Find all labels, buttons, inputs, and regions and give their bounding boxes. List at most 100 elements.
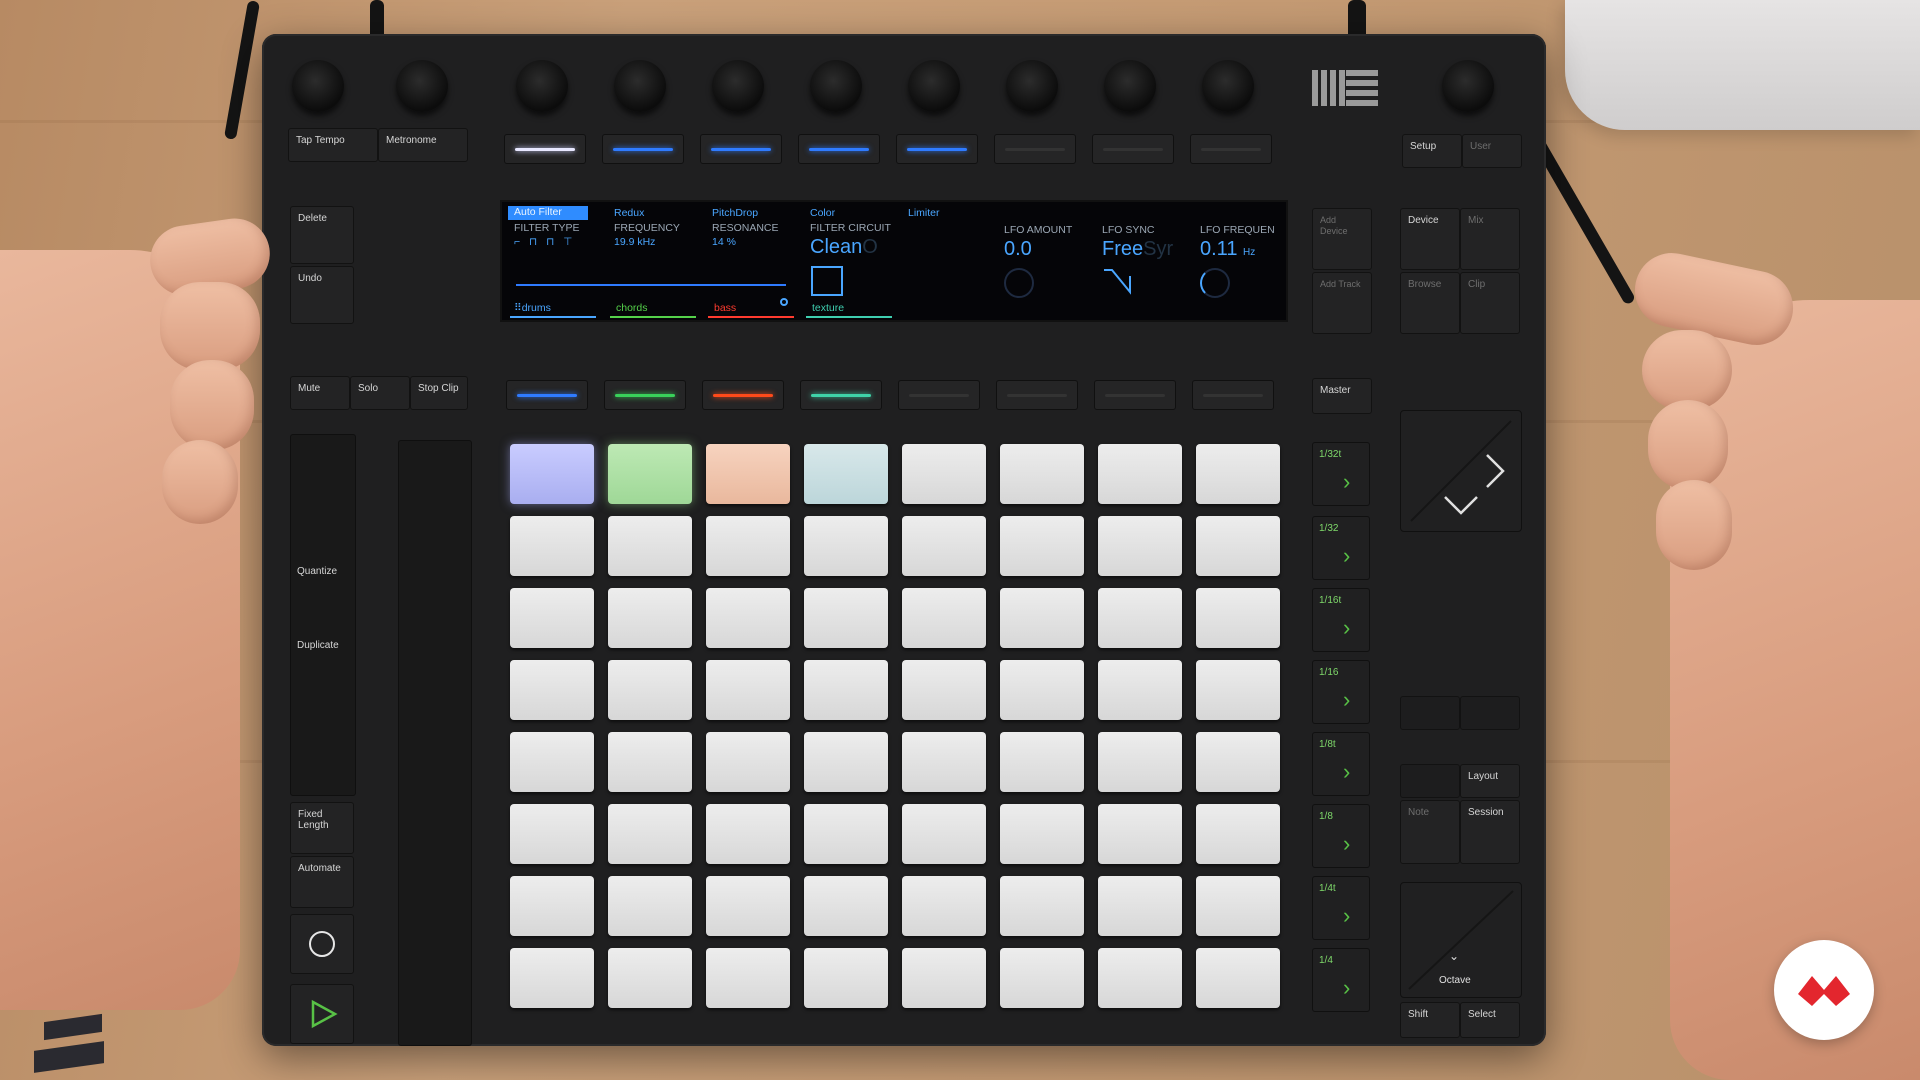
scene-button-1-4t[interactable]: 1/4t › [1312, 876, 1370, 940]
display-button-lower[interactable] [1192, 380, 1274, 410]
pad[interactable] [804, 948, 888, 1008]
fixed-length-button[interactable]: Fixed Length [290, 802, 354, 854]
display-button-upper[interactable] [1092, 134, 1174, 164]
pad[interactable] [706, 516, 790, 576]
tap-tempo-button[interactable]: Tap Tempo [288, 128, 378, 162]
setup-button[interactable]: Setup [1402, 134, 1462, 168]
record-button[interactable] [290, 914, 354, 974]
pad[interactable] [1098, 516, 1182, 576]
pad[interactable] [1196, 804, 1280, 864]
display-button-upper[interactable] [896, 134, 978, 164]
pad[interactable] [1000, 660, 1084, 720]
device-tab-redux[interactable]: Redux [614, 207, 644, 219]
pad[interactable] [902, 876, 986, 936]
display-button-upper[interactable] [798, 134, 880, 164]
pad[interactable] [1196, 588, 1280, 648]
mute-button[interactable]: Mute [290, 376, 350, 410]
pad[interactable] [1000, 804, 1084, 864]
scene-button-1-8t[interactable]: 1/8t › [1312, 732, 1370, 796]
pad[interactable] [1196, 516, 1280, 576]
device-tab-color[interactable]: Color [810, 207, 835, 219]
pad[interactable] [706, 588, 790, 648]
shift-button[interactable]: Shift [1400, 1002, 1460, 1038]
pad[interactable] [1000, 732, 1084, 792]
encoder-knob[interactable] [810, 60, 862, 112]
encoder-knob[interactable] [1104, 60, 1156, 112]
pad[interactable] [902, 588, 986, 648]
pad[interactable] [1098, 732, 1182, 792]
pad[interactable] [1000, 948, 1084, 1008]
encoder-knob[interactable] [908, 60, 960, 112]
pad[interactable] [1196, 876, 1280, 936]
display-button-upper[interactable] [994, 134, 1076, 164]
duplicate-button[interactable]: Duplicate [290, 634, 354, 694]
pad[interactable] [608, 444, 692, 504]
display-button-lower[interactable] [898, 380, 980, 410]
user-button[interactable]: User [1462, 134, 1522, 168]
pad[interactable] [804, 804, 888, 864]
pad[interactable] [1196, 660, 1280, 720]
encoder-knob[interactable] [396, 60, 448, 112]
pad[interactable] [510, 588, 594, 648]
pad[interactable] [1098, 588, 1182, 648]
pad[interactable] [706, 948, 790, 1008]
scene-button-1-16[interactable]: 1/16 › [1312, 660, 1370, 724]
device-tab-auto-filter[interactable]: Auto Filter [508, 206, 588, 220]
pad[interactable] [510, 444, 594, 504]
automate-button[interactable]: Automate [290, 856, 354, 908]
encoder-knob[interactable] [1202, 60, 1254, 112]
pad[interactable] [706, 444, 790, 504]
display-button-upper[interactable] [1190, 134, 1272, 164]
blank-button[interactable] [1400, 696, 1460, 730]
pad[interactable] [804, 660, 888, 720]
stop-clip-button[interactable]: Stop Clip [410, 376, 468, 410]
octave-buttons[interactable]: ⌄ Octave [1400, 882, 1522, 998]
pad[interactable] [510, 660, 594, 720]
layout-button[interactable]: Layout [1460, 764, 1520, 798]
solo-button[interactable]: Solo [350, 376, 410, 410]
display-button-lower[interactable] [506, 380, 588, 410]
pad[interactable] [1098, 948, 1182, 1008]
pad[interactable] [902, 444, 986, 504]
pad[interactable] [608, 876, 692, 936]
pad[interactable] [608, 588, 692, 648]
pad[interactable] [1196, 444, 1280, 504]
quantize-button[interactable]: Quantize [290, 560, 354, 620]
pad[interactable] [706, 876, 790, 936]
metronome-button[interactable]: Metronome [378, 128, 468, 162]
pad[interactable] [804, 516, 888, 576]
pad[interactable] [1000, 444, 1084, 504]
pad[interactable] [510, 876, 594, 936]
pad[interactable] [902, 948, 986, 1008]
pad[interactable] [706, 660, 790, 720]
pad[interactable] [804, 876, 888, 936]
pad[interactable] [1000, 876, 1084, 936]
pad[interactable] [902, 660, 986, 720]
encoder-knob[interactable] [516, 60, 568, 112]
play-button[interactable] [290, 984, 354, 1044]
master-button[interactable]: Master [1312, 378, 1372, 414]
undo-button[interactable]: Undo [290, 266, 354, 324]
encoder-knob[interactable] [614, 60, 666, 112]
pad[interactable] [1000, 588, 1084, 648]
pad[interactable] [902, 732, 986, 792]
pad[interactable] [608, 516, 692, 576]
device-button[interactable]: Device [1400, 208, 1460, 270]
pad[interactable] [902, 516, 986, 576]
blank-button[interactable] [1460, 696, 1520, 730]
blank-button[interactable] [1400, 764, 1460, 798]
pad[interactable] [510, 804, 594, 864]
add-track-button[interactable]: Add Track [1312, 272, 1372, 334]
pad[interactable] [608, 804, 692, 864]
pad[interactable] [804, 588, 888, 648]
pad[interactable] [804, 444, 888, 504]
delete-button[interactable]: Delete [290, 206, 354, 264]
scene-button-1-8[interactable]: 1/8 › [1312, 804, 1370, 868]
pad[interactable] [1098, 804, 1182, 864]
pad[interactable] [902, 804, 986, 864]
pad[interactable] [608, 948, 692, 1008]
pad[interactable] [1196, 732, 1280, 792]
pad[interactable] [1000, 516, 1084, 576]
navigation-dpad[interactable] [1400, 410, 1522, 532]
pad[interactable] [1098, 444, 1182, 504]
